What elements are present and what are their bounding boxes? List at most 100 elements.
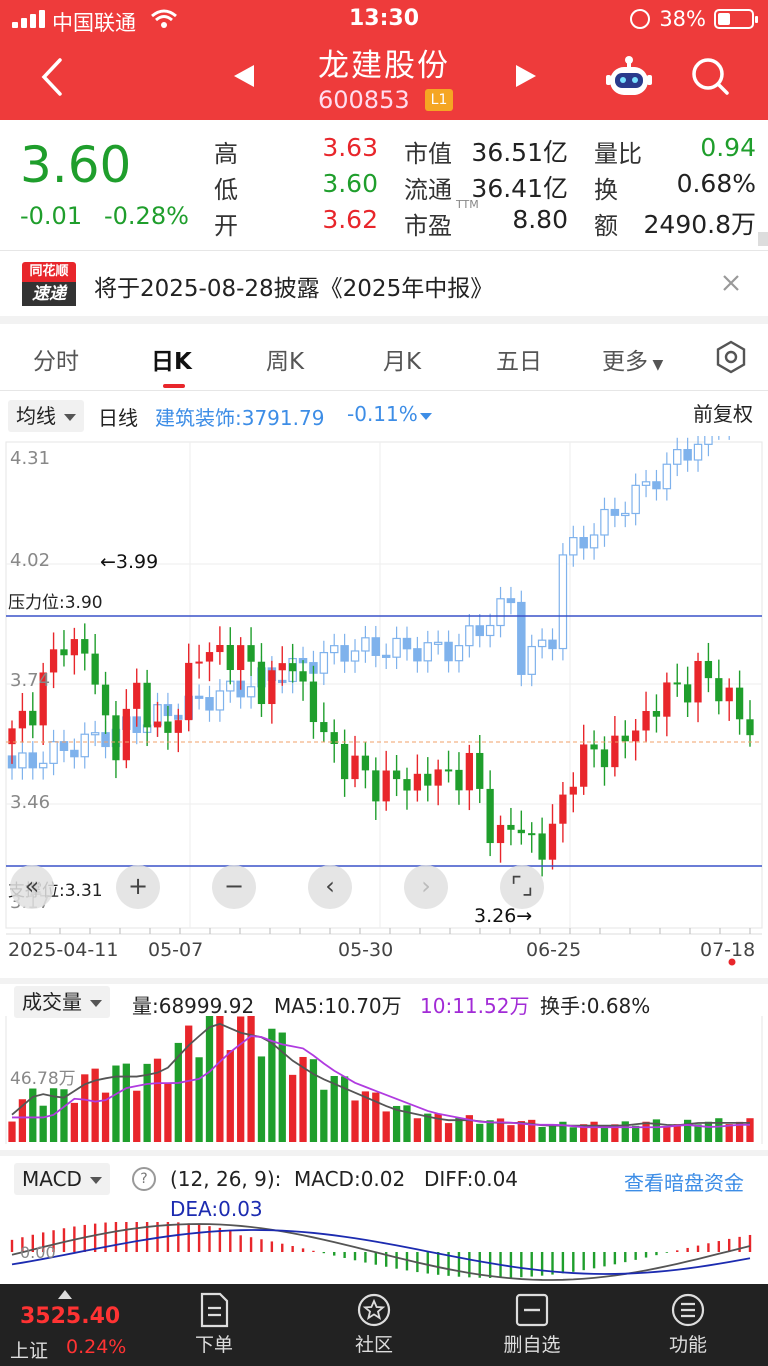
remove-watchlist-button[interactable]: 删自选	[492, 1292, 572, 1357]
functions-button[interactable]: 功能	[648, 1292, 728, 1357]
scroll-left-button[interactable]: ‹	[308, 865, 352, 909]
sector-candle	[194, 695, 204, 699]
scroll-left-fast-button[interactable]: «	[10, 865, 54, 909]
scroll-right-button[interactable]: ›	[404, 865, 448, 909]
sector-candle	[70, 749, 79, 758]
index-value[interactable]: 3525.40	[20, 1304, 120, 1329]
macd-dropdown[interactable]: MACD	[14, 1163, 110, 1195]
candlestick-chart[interactable]: 4.31 4.02 3.74 3.46 3.17 压力位:3.90 支撑位:3.…	[0, 436, 768, 976]
candle-body	[392, 770, 401, 780]
notice-logo: 同花顺 速递	[22, 262, 76, 306]
sector-candle	[652, 481, 661, 490]
volume-bar	[164, 1083, 172, 1142]
candle-body	[444, 769, 453, 772]
ma-dropdown[interactable]: 均线	[8, 400, 84, 432]
help-icon[interactable]: ?	[132, 1167, 156, 1191]
community-button[interactable]: 社区	[334, 1292, 414, 1357]
volume-bar	[444, 1123, 453, 1142]
volume-chart[interactable]: 46.78万	[0, 1016, 768, 1146]
volume-dropdown-label: 成交量	[22, 990, 82, 1014]
sector-candle	[80, 733, 89, 758]
zoom-in-button[interactable]: +	[116, 865, 160, 909]
stock-name: 龙建股份	[318, 48, 450, 84]
tab-more[interactable]: 更多 ▼	[602, 342, 663, 376]
caret-down-icon	[64, 414, 76, 421]
volume-bar	[289, 1074, 297, 1142]
tab-daily-k[interactable]: 日K	[151, 342, 192, 376]
volume-bar	[8, 1121, 16, 1142]
candle-body	[642, 711, 650, 731]
volume-y-label: 46.78万	[10, 1069, 76, 1089]
tab-weekly-k[interactable]: 周K	[266, 342, 304, 376]
sector-candle	[454, 645, 464, 662]
sector-candle	[496, 598, 505, 627]
next-stock-icon[interactable]	[514, 63, 538, 89]
adjust-mode[interactable]: 前复权	[693, 398, 753, 427]
macd-chart[interactable]: 0.00	[0, 1222, 768, 1284]
volume-dropdown[interactable]: 成交量	[14, 986, 110, 1018]
section-gap	[0, 1150, 768, 1156]
order-button[interactable]: 下单	[174, 1292, 254, 1357]
sector-candle	[246, 686, 256, 698]
pe-label: 市盈	[404, 212, 452, 240]
candle-body	[465, 752, 473, 791]
tab-monthly-k[interactable]: 月K	[383, 342, 421, 376]
sector-candle	[413, 648, 422, 662]
macd-zero-label: 0.00	[20, 1243, 56, 1262]
float-label: 流通	[404, 176, 452, 204]
search-icon[interactable]	[690, 56, 730, 96]
candle-body	[735, 687, 744, 720]
sector-candle	[371, 637, 381, 656]
candle-body	[257, 661, 266, 705]
sector-candle	[673, 449, 682, 465]
robot-assistant-icon[interactable]	[606, 55, 652, 99]
candle-body	[413, 773, 422, 791]
candle-body	[340, 743, 349, 780]
candle-body	[611, 735, 619, 768]
menu-icon	[671, 1293, 705, 1327]
dark-pool-link[interactable]: 查看暗盘资金	[624, 1167, 744, 1196]
volume-ma5: MA5:10.70万	[274, 994, 402, 1018]
tab-intraday[interactable]: 分时	[33, 342, 79, 376]
sector-candle	[558, 554, 568, 650]
diff-line	[11, 1223, 751, 1281]
notice-banner[interactable]: 同花顺 速递 将于2025-08-28披露《2025年中报》	[0, 252, 768, 316]
macd-params: (12, 26, 9):	[170, 1167, 282, 1191]
candle-body	[60, 649, 68, 656]
sector-candle	[319, 651, 329, 674]
candle-body	[621, 735, 629, 742]
tab-five-day[interactable]: 五日	[496, 342, 542, 376]
indicator-row: 均线 日线 建筑装饰:3791.79 -0.11% 前复权	[0, 396, 768, 436]
sector-candle	[402, 637, 412, 650]
candle-body	[49, 649, 58, 673]
sector-index[interactable]: 建筑装饰:3791.79	[155, 402, 324, 431]
volume-bar	[538, 1127, 546, 1142]
chart-settings-icon[interactable]	[714, 340, 748, 374]
sector-caret-icon[interactable]	[420, 413, 432, 420]
candle-body	[528, 833, 536, 836]
mcap-value: 36.51亿	[471, 138, 568, 167]
candle-body	[704, 660, 713, 679]
y-tick-label: 3.46	[10, 792, 50, 813]
volume-bar	[320, 1089, 328, 1142]
sector-candle	[579, 537, 588, 549]
remove-watchlist-icon	[515, 1293, 549, 1327]
expand-up-icon[interactable]	[58, 1290, 72, 1299]
community-label: 社区	[354, 1334, 393, 1356]
caret-down-icon	[90, 1000, 102, 1007]
sector-candle	[18, 752, 27, 769]
volume-ma10: 10:11.52万	[420, 994, 530, 1018]
zoom-out-button[interactable]: −	[212, 865, 256, 909]
fullscreen-button[interactable]: ⌜⌟	[500, 865, 544, 909]
volume-bar	[476, 1123, 484, 1142]
close-icon[interactable]	[722, 274, 740, 292]
quote-expand-handle[interactable]	[758, 232, 768, 246]
volume-bar	[205, 1016, 214, 1142]
volume-bar	[486, 1120, 494, 1142]
candle-body	[18, 710, 27, 729]
low-value: 3.60	[322, 169, 378, 198]
candle-body	[476, 752, 484, 789]
candle-body	[455, 769, 463, 791]
candle-body	[663, 682, 671, 717]
chevron-down-icon: ▼	[648, 357, 664, 373]
